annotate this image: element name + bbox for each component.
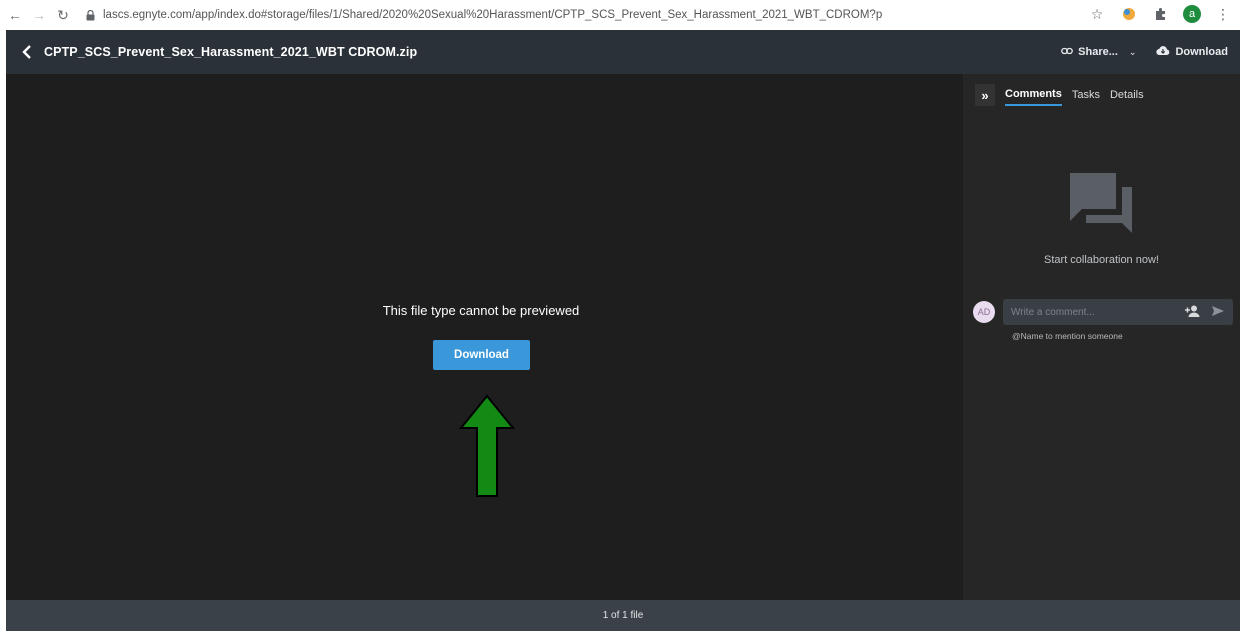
comment-box bbox=[1003, 299, 1233, 325]
empty-state-message: Start collaboration now! bbox=[1044, 254, 1159, 266]
preview-area: This file type cannot be previewed Downl… bbox=[6, 74, 963, 600]
profile-avatar[interactable]: a bbox=[1183, 5, 1201, 23]
no-preview-message: This file type cannot be previewed bbox=[382, 303, 580, 318]
header-download-button[interactable]: Download bbox=[1156, 45, 1228, 59]
back-chevron-icon[interactable] bbox=[16, 41, 38, 63]
share-label: Share... bbox=[1078, 46, 1118, 58]
share-button[interactable]: Share... ⌄ bbox=[1061, 46, 1136, 58]
more-menu-icon[interactable]: ⋮ bbox=[1213, 4, 1233, 24]
header-download-label: Download bbox=[1175, 46, 1228, 58]
forward-arrow-icon[interactable]: → bbox=[30, 6, 48, 24]
puzzle-icon[interactable] bbox=[1151, 4, 1171, 24]
back-arrow-icon[interactable]: ← bbox=[6, 6, 24, 24]
file-count: 1 of 1 file bbox=[602, 610, 644, 621]
reload-icon[interactable]: ↻ bbox=[54, 6, 72, 24]
tab-tasks[interactable]: Tasks bbox=[1072, 85, 1100, 105]
annotation-arrow bbox=[458, 394, 516, 503]
browser-toolbar: ← → ↻ lascs.egnyte.com/app/index.do#stor… bbox=[0, 0, 1243, 30]
address-bar[interactable]: lascs.egnyte.com/app/index.do#storage/fi… bbox=[86, 4, 966, 26]
comment-input[interactable] bbox=[1003, 305, 1173, 319]
mention-hint: @Name to mention someone bbox=[1012, 331, 1123, 341]
download-button[interactable]: Download bbox=[433, 340, 530, 370]
avatar: AD bbox=[973, 301, 995, 323]
add-person-icon[interactable] bbox=[1185, 304, 1201, 322]
star-icon[interactable]: ☆ bbox=[1087, 4, 1107, 24]
collapse-panel-button[interactable]: » bbox=[975, 84, 995, 106]
url-text: lascs.egnyte.com/app/index.do#storage/fi… bbox=[103, 9, 883, 21]
tab-details[interactable]: Details bbox=[1110, 85, 1144, 105]
tab-comments[interactable]: Comments bbox=[1005, 84, 1062, 106]
chat-bubbles-icon bbox=[1068, 167, 1138, 242]
comments-panel: » Comments Tasks Details Start collabora… bbox=[963, 74, 1240, 600]
app-header: CPTP_SCS_Prevent_Sex_Harassment_2021_WBT… bbox=[6, 30, 1240, 74]
send-icon[interactable] bbox=[1211, 304, 1225, 322]
file-title: CPTP_SCS_Prevent_Sex_Harassment_2021_WBT… bbox=[44, 45, 418, 59]
extension-icon[interactable] bbox=[1119, 4, 1139, 24]
cloud-download-icon bbox=[1156, 45, 1170, 59]
chevron-down-icon: ⌄ bbox=[1128, 46, 1137, 57]
footer-bar: 1 of 1 file bbox=[6, 600, 1240, 631]
lock-icon bbox=[86, 9, 95, 21]
link-icon bbox=[1061, 46, 1073, 58]
